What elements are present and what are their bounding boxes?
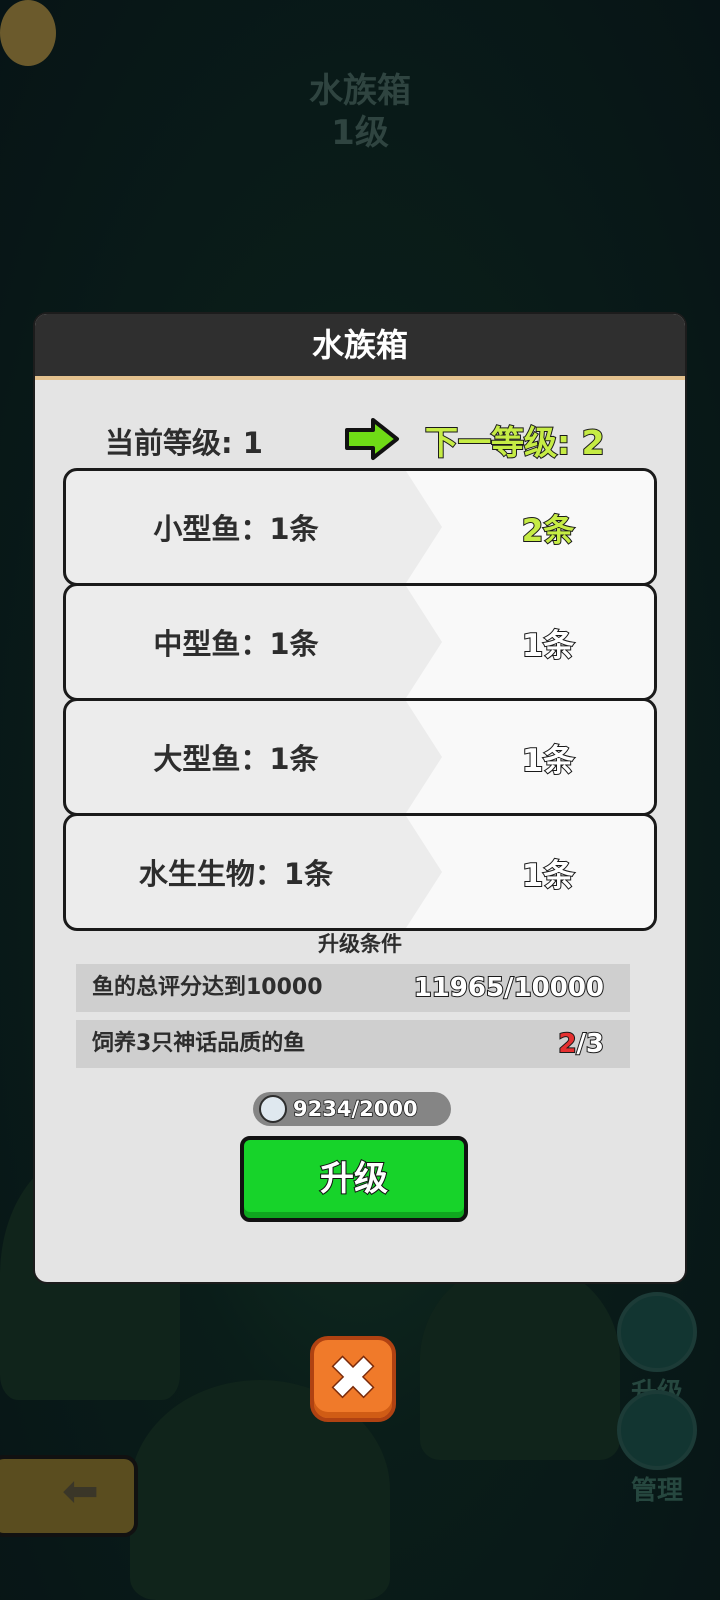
fish-icon — [617, 1390, 697, 1470]
stat-row-aquatic-life: 水生生物：1条 1条 — [63, 813, 657, 931]
level-row: 当前等级: 1 下一等级: 2 — [35, 414, 685, 464]
stat-label: 中型鱼：1条 — [153, 627, 319, 661]
background-title-name: 水族箱 — [309, 71, 411, 111]
background-plant — [420, 1260, 620, 1460]
requirement-progress: 2/3 — [557, 1020, 605, 1068]
close-icon: ✖ — [327, 1343, 379, 1414]
requirement-progress-current: 2 — [557, 1028, 577, 1060]
background-title: 水族箱 1级 — [0, 70, 720, 154]
stat-label: 水生生物：1条 — [138, 857, 334, 891]
shark-coin-icon — [259, 1095, 287, 1123]
requirement-label: 饲养3只神话品质的鱼 — [92, 1031, 306, 1056]
upgrade-button-label: 升级 — [319, 1158, 389, 1200]
side-manage-button[interactable]: 管理 — [616, 1390, 698, 1507]
requirement-progress: 11965/10000 — [413, 972, 605, 1004]
stat-label: 小型鱼：1条 — [153, 512, 319, 546]
stat-label: 大型鱼：1条 — [153, 742, 319, 776]
upgrade-cost-text: 9234/2000 — [292, 1096, 418, 1122]
stat-next-value: 1条 — [521, 627, 576, 665]
background-coin-icon — [0, 0, 56, 66]
requirement-row: 饲养3只神话品质的鱼 2/3 — [76, 1020, 630, 1068]
upgrade-cost: 9234/2000 — [253, 1092, 451, 1126]
requirement-label: 鱼的总评分达到10000 — [92, 975, 323, 1000]
back-arrow-icon: ⬅ — [62, 1466, 99, 1517]
stat-next-value: 1条 — [521, 742, 576, 780]
stat-row-large-fish: 大型鱼：1条 1条 — [63, 698, 657, 816]
requirement-row: 鱼的总评分达到10000 11965/10000 — [76, 964, 630, 1012]
aquarium-icon — [617, 1292, 697, 1372]
side-manage-label: 管理 — [630, 1476, 683, 1506]
requirements-title: 升级条件 — [318, 932, 402, 956]
stat-next-value: 1条 — [521, 857, 576, 895]
stat-row-small-fish: 小型鱼：1条 2条 — [63, 468, 657, 586]
upgrade-button[interactable]: 升级 — [240, 1136, 468, 1222]
close-button[interactable]: ✖ — [310, 1336, 396, 1422]
stat-next-value: 2条 — [521, 512, 576, 550]
arrow-right-icon — [345, 418, 399, 460]
next-level: 下一等级: 2 — [424, 422, 606, 463]
aquarium-upgrade-dialog: 水族箱 当前等级: 1 下一等级: 2 小型鱼：1条 2条 中型鱼：1条 1条 … — [35, 314, 685, 1282]
current-level: 当前等级: 1 — [105, 426, 263, 460]
dialog-title: 水族箱 — [35, 314, 685, 380]
stat-row-medium-fish: 中型鱼：1条 1条 — [63, 583, 657, 701]
requirement-progress-total: /3 — [575, 1028, 605, 1060]
background-title-level: 1级 — [331, 113, 389, 153]
